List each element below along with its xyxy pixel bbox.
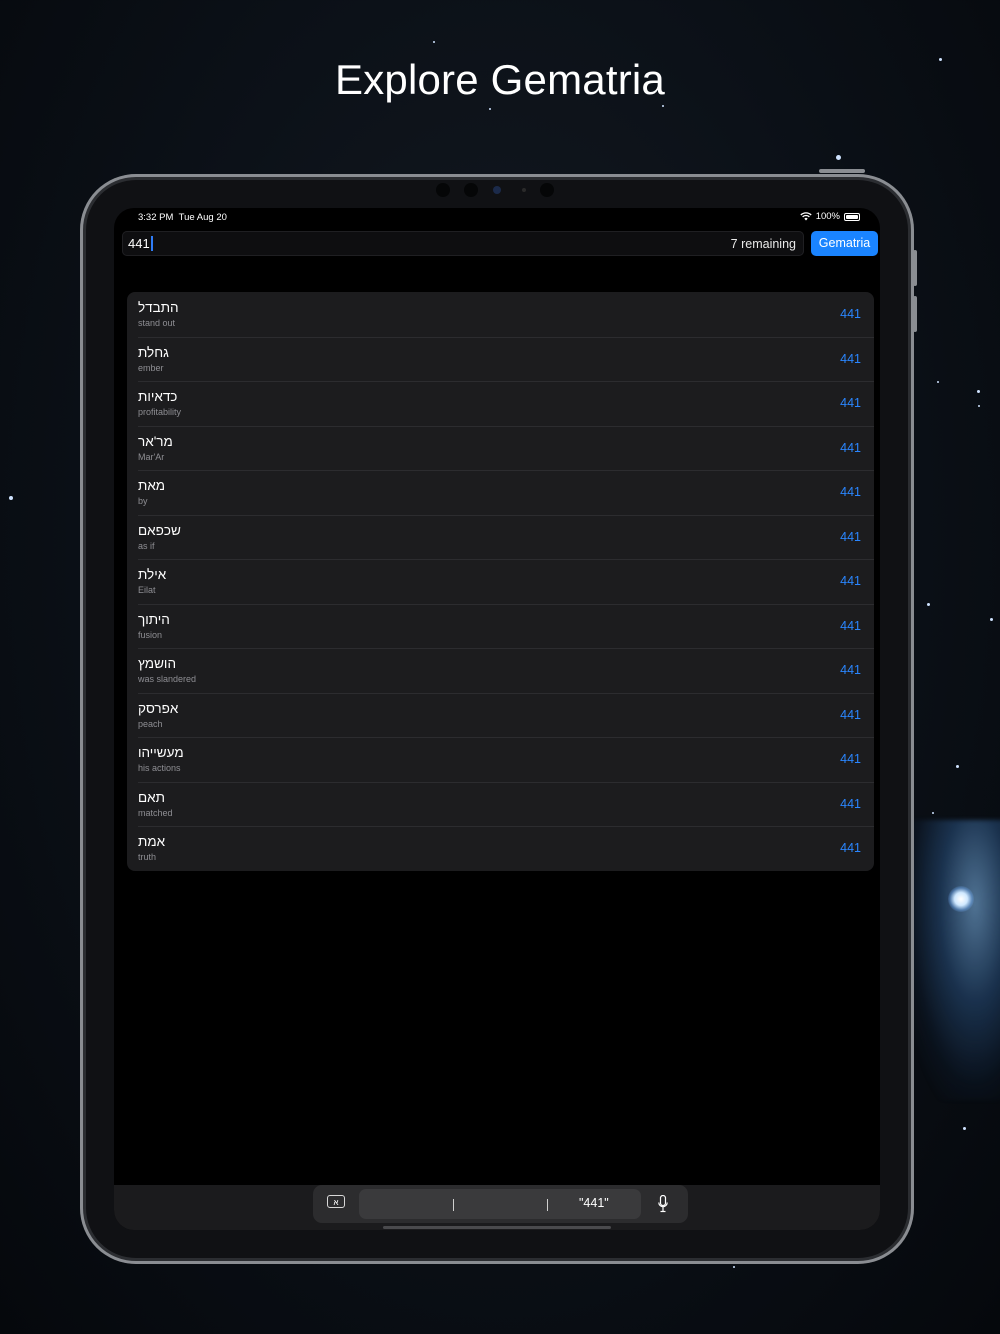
sensor-icon: [522, 188, 526, 192]
star: [9, 496, 13, 500]
gematria-value: 441: [840, 796, 861, 811]
gematria-value: 441: [840, 707, 861, 722]
star: [937, 381, 939, 383]
english-translation: stand out: [138, 318, 176, 328]
top-button: [819, 169, 865, 173]
headline: Explore Gematria: [335, 56, 665, 103]
hebrew-word: הושמץ: [138, 656, 176, 671]
result-row[interactable]: גחלת ember 441: [127, 336, 874, 382]
results-list: התבדל stand out 441 גחלת ember 441 כדאיות profi…: [127, 292, 874, 871]
suggestion-divider: [453, 1199, 454, 1211]
english-translation: was slandered: [138, 674, 197, 684]
microphone-icon[interactable]: [658, 1195, 668, 1213]
result-row[interactable]: הושמץ was slandered 441: [127, 648, 874, 693]
wifi-icon: [800, 212, 812, 221]
star: [927, 603, 930, 606]
english-translation: peach: [138, 718, 163, 729]
star: [963, 1127, 966, 1130]
hebrew-word: גחלת: [138, 344, 169, 360]
gematria-value: 441: [840, 396, 861, 410]
front-camera-icon: [493, 186, 501, 194]
result-row[interactable]: אמת truth 441: [127, 826, 874, 871]
hebrew-word: אפרסק: [138, 700, 179, 716]
battery-icon: [844, 212, 860, 221]
sensor-icon: [464, 183, 478, 197]
gematria-value: 441: [840, 841, 861, 855]
star: [978, 405, 980, 407]
english-translation: profitability: [138, 407, 182, 417]
english-translation: truth: [138, 852, 157, 862]
result-row[interactable]: היתוך fusion 441: [127, 603, 874, 649]
english-translation: his actions: [138, 763, 181, 773]
gematria-value: 441: [840, 752, 861, 766]
camera-icon: [436, 183, 450, 197]
hebrew-word: אילת: [138, 567, 167, 582]
suggestion-item[interactable]: "441": [579, 1196, 609, 1210]
hebrew-word: מר'אר: [138, 433, 173, 449]
sensor-icon: [540, 183, 554, 197]
gematria-value: 441: [840, 574, 861, 588]
text-caret: [150, 236, 153, 251]
gematria-value: 441: [840, 618, 861, 633]
english-translation: fusion: [138, 629, 163, 640]
nebula: [905, 820, 1000, 1100]
result-row[interactable]: תאם matched 441: [127, 781, 874, 827]
star: [990, 618, 993, 621]
result-row[interactable]: מאת by 441: [127, 470, 874, 515]
result-row[interactable]: שכפאם as if 441: [127, 514, 874, 560]
hebrew-word: מאת: [138, 478, 166, 493]
hebrew-word: היתוך: [138, 611, 170, 627]
result-row[interactable]: התבדל stand out 441: [127, 292, 874, 337]
gematria-value: 441: [840, 440, 861, 455]
english-translation: Eilat: [138, 585, 156, 595]
star: [956, 765, 959, 768]
keyboard-language-button[interactable]: א: [327, 1195, 345, 1208]
gematria-value: 441: [840, 663, 861, 677]
predictive-suggestions: "441": [359, 1189, 641, 1219]
hebrew-word: כדאיות: [138, 389, 178, 404]
status-bar: 3:32 PM Tue Aug 20 100%: [114, 208, 880, 226]
search-row: 441 7 remaining Gematria: [122, 231, 880, 256]
keyboard-toolbar: א "441": [313, 1185, 688, 1223]
gematria-value: 441: [840, 307, 861, 321]
star: [836, 155, 841, 160]
home-indicator[interactable]: [383, 1226, 611, 1229]
star: [433, 41, 435, 43]
english-translation: Mar'Ar: [138, 451, 165, 462]
result-row[interactable]: אילת Eilat 441: [127, 559, 874, 604]
english-translation: as if: [138, 540, 155, 551]
star: [977, 390, 980, 393]
battery-percent: 100%: [815, 211, 840, 222]
star-flare: [948, 886, 974, 912]
result-row[interactable]: מעשייהו his actions 441: [127, 737, 874, 782]
gematria-value: 441: [840, 485, 861, 499]
status-date: Tue Aug 20: [178, 212, 227, 223]
search-input[interactable]: 441 7 remaining: [122, 231, 804, 256]
hebrew-word: מעשייהו: [138, 745, 184, 760]
gematria-button[interactable]: Gematria: [811, 231, 878, 256]
search-value: 441: [128, 236, 150, 251]
hebrew-word: שכפאם: [138, 522, 181, 538]
gematria-value: 441: [840, 529, 861, 544]
english-translation: by: [138, 496, 148, 506]
star: [662, 105, 664, 107]
star: [932, 812, 934, 814]
result-row[interactable]: כדאיות profitability 441: [127, 381, 874, 426]
gematria-value: 441: [840, 351, 861, 366]
app-screen: 3:32 PM Tue Aug 20 100% 441 7 remaining …: [114, 208, 880, 1230]
keyboard-shortcut-bar: א "441": [114, 1185, 880, 1230]
status-time: 3:32 PM: [138, 212, 174, 223]
remaining-count: 7 remaining: [730, 237, 796, 251]
star: [733, 1266, 735, 1268]
result-row[interactable]: אפרסק peach 441: [127, 692, 874, 738]
english-translation: matched: [138, 807, 173, 818]
hebrew-word: אמת: [138, 834, 166, 849]
hebrew-word: תאם: [138, 789, 165, 805]
star: [489, 108, 491, 110]
result-row[interactable]: מר'אר Mar'Ar 441: [127, 425, 874, 471]
hebrew-word: התבדל: [138, 300, 179, 315]
suggestion-divider: [547, 1199, 548, 1211]
english-translation: ember: [138, 362, 164, 373]
